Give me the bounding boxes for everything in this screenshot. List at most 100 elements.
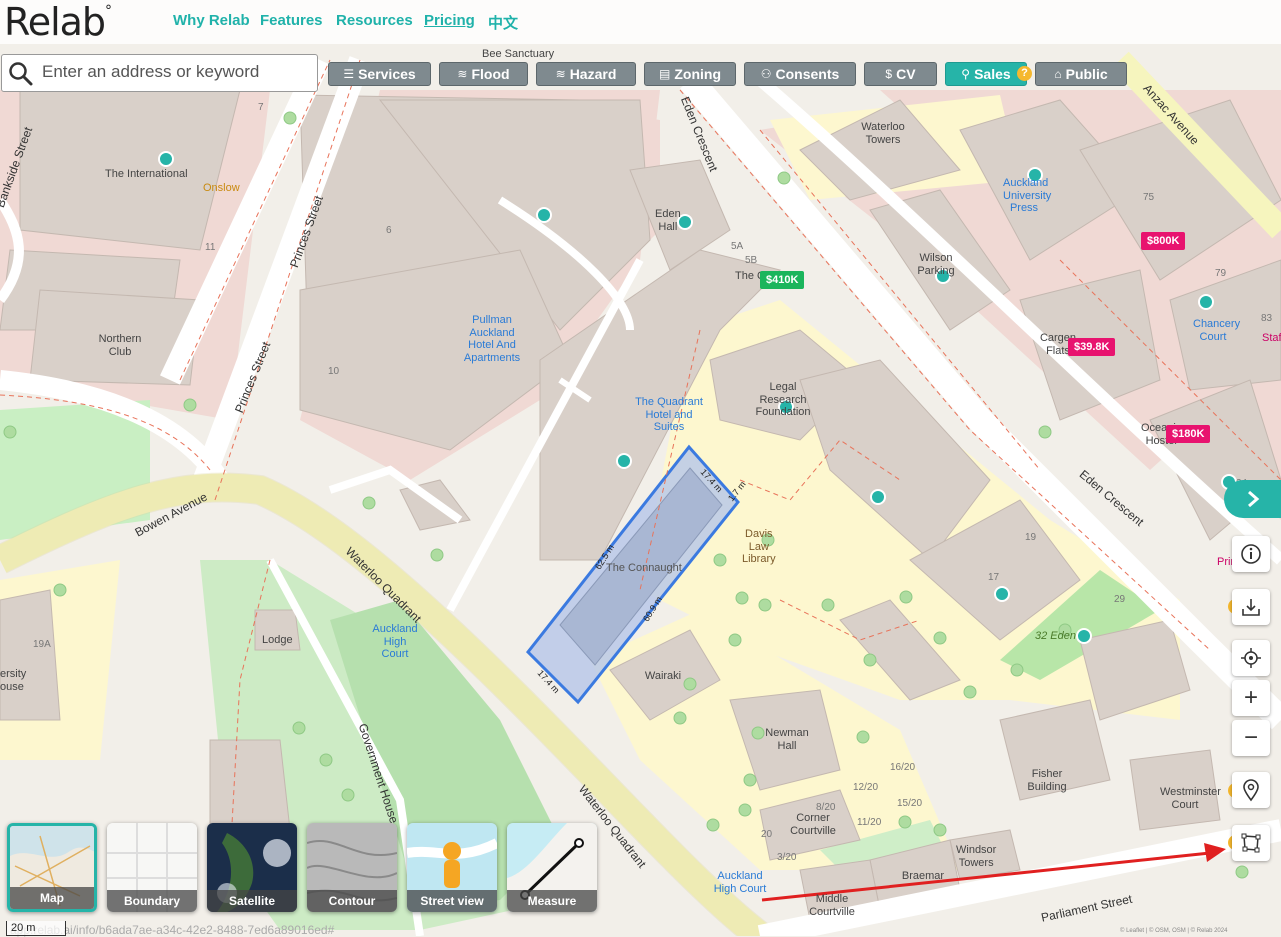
street-view-tile[interactable]: Street view xyxy=(407,823,497,912)
place-label: The International xyxy=(105,168,188,180)
place-label: ouse xyxy=(0,681,24,693)
place-label: Eden Hall xyxy=(655,208,681,233)
nav-pricing[interactable]: Pricing xyxy=(424,12,475,29)
place-label: Auckland High Court xyxy=(372,623,418,661)
layer-sales-button[interactable]: ⚲ Sales xyxy=(945,62,1027,86)
layer-sales-label: Sales xyxy=(974,66,1011,82)
layer-hazard-button[interactable]: ≋ Hazard xyxy=(536,62,636,86)
layer-public-label: Public xyxy=(1065,66,1108,82)
street-view-label: Street view xyxy=(407,890,497,912)
place-label: Windsor Towers xyxy=(956,844,997,869)
house-number: 11/20 xyxy=(857,817,882,828)
place-label: Fisher Building xyxy=(1027,768,1067,793)
house-number: 12/20 xyxy=(853,782,879,793)
sale-price-tag[interactable]: $410K xyxy=(760,271,805,289)
locate-icon xyxy=(1241,648,1261,668)
place-label: Legal Research Foundation xyxy=(755,381,811,419)
place-label: Onslow xyxy=(203,182,240,194)
layer-zoning-button[interactable]: ▤ Zoning xyxy=(644,62,736,86)
basemap-contour-tile[interactable]: Contour xyxy=(307,823,397,912)
zoom-out-button[interactable]: − xyxy=(1232,720,1270,756)
place-label: Northern Club xyxy=(98,333,142,358)
place-label: Corner Courtville xyxy=(790,812,836,837)
sale-price-tag[interactable]: $39.8K xyxy=(1068,338,1116,356)
pin-icon: ⚲ xyxy=(961,67,971,81)
chevron-right-icon xyxy=(1247,490,1259,508)
place-label: Staff xyxy=(1262,332,1281,344)
logo-text: Relab xyxy=(4,0,106,44)
place-label: Lodge xyxy=(262,634,293,646)
info-button[interactable] xyxy=(1232,536,1270,572)
sales-help-icon[interactable]: ? xyxy=(1017,66,1032,81)
place-label: The Connaught xyxy=(606,562,682,574)
waves-icon: ≋ xyxy=(457,67,468,81)
drop-pin-button[interactable] xyxy=(1232,772,1270,808)
nav-chinese[interactable]: 中文 xyxy=(488,12,518,33)
people-icon: ⚇ xyxy=(760,67,772,81)
basemap-map-tile[interactable]: Map xyxy=(7,823,97,912)
nav-why-relab[interactable]: Why Relab xyxy=(173,12,250,29)
basemap-satellite-tile[interactable]: Satellite xyxy=(207,823,297,912)
zoom-in-button[interactable]: + xyxy=(1232,680,1270,716)
info-icon xyxy=(1241,544,1261,564)
measure-tile[interactable]: Measure xyxy=(507,823,597,912)
basemap-satellite-label: Satellite xyxy=(207,890,297,912)
waves-icon: ≋ xyxy=(555,67,566,81)
house-number: 16/20 xyxy=(890,762,916,773)
nav-features[interactable]: Features xyxy=(260,12,323,29)
layer-consents-button[interactable]: ⚇ Consents xyxy=(744,62,856,86)
search-box[interactable] xyxy=(1,54,318,92)
place-label: Chancery Court xyxy=(1193,318,1241,343)
map-canvas[interactable] xyxy=(0,0,1281,936)
layer-cv-button[interactable]: $ CV xyxy=(864,62,937,86)
house-number: 15/20 xyxy=(897,798,923,809)
house-number: 75 xyxy=(1143,192,1155,203)
dollar-icon: $ xyxy=(885,67,893,81)
map-attribution[interactable]: © Leaflet | © OSM, OSM | © Relab 2024 xyxy=(1120,928,1227,934)
expand-panel-button[interactable] xyxy=(1224,480,1281,518)
sale-price-tag[interactable]: $800K xyxy=(1141,232,1186,250)
place-label: The Quadrant Hotel and Suites xyxy=(635,396,703,434)
house-number: 11 xyxy=(205,242,216,253)
lines-icon: ☰ xyxy=(343,67,355,81)
place-label: Middle Courtville xyxy=(809,893,855,918)
layer-public-button[interactable]: ⌂ Public xyxy=(1035,62,1127,86)
sale-price-tag[interactable]: $180K xyxy=(1166,425,1211,443)
layer-hazard-label: Hazard xyxy=(569,66,617,82)
place-label: Wilson Parking xyxy=(917,252,955,277)
house-number: 5B xyxy=(745,255,758,266)
layer-consents-label: Consents xyxy=(775,66,840,82)
basemap-boundary-tile[interactable]: Boundary xyxy=(107,823,197,912)
layer-cv-label: CV xyxy=(896,66,916,82)
place-label: 32 Eden xyxy=(1035,630,1076,642)
house-number: 8/20 xyxy=(816,802,836,813)
map-pin-icon xyxy=(1243,779,1259,802)
book-icon: ▤ xyxy=(659,67,671,81)
house-number: 17 xyxy=(988,572,1000,583)
measure-label: Measure xyxy=(507,890,597,912)
basemap-map-label: Map xyxy=(10,887,94,909)
house-number: 29 xyxy=(1114,594,1126,605)
download-button[interactable] xyxy=(1232,589,1270,625)
draw-polygon-button[interactable] xyxy=(1232,825,1270,861)
place-label: Pullman Auckland Hotel And Apartments xyxy=(463,314,521,364)
layer-zoning-label: Zoning xyxy=(674,66,721,82)
zoom-in-icon: + xyxy=(1243,684,1258,711)
house-number: 5A xyxy=(731,241,744,252)
place-label: Waterloo Towers xyxy=(861,121,905,146)
basemap-contour-label: Contour xyxy=(307,890,397,912)
layer-flood-button[interactable]: ≋ Flood xyxy=(439,62,528,86)
polygon-icon xyxy=(1241,833,1261,853)
place-label: Bee Sanctuary xyxy=(482,48,555,60)
place-label: Newman Hall xyxy=(765,727,809,752)
place-label: Wairaki xyxy=(644,670,682,682)
nav-resources[interactable]: Resources xyxy=(336,12,413,29)
zoom-out-icon: − xyxy=(1243,724,1258,751)
layer-services-button[interactable]: ☰ Services xyxy=(328,62,431,86)
layer-flood-label: Flood xyxy=(471,66,510,82)
relab-logo[interactable]: Relab° xyxy=(4,0,112,44)
search-input[interactable] xyxy=(40,61,314,83)
place-label: Braemar xyxy=(901,870,945,882)
house-number: 20 xyxy=(761,829,773,840)
locate-button[interactable] xyxy=(1232,640,1270,676)
